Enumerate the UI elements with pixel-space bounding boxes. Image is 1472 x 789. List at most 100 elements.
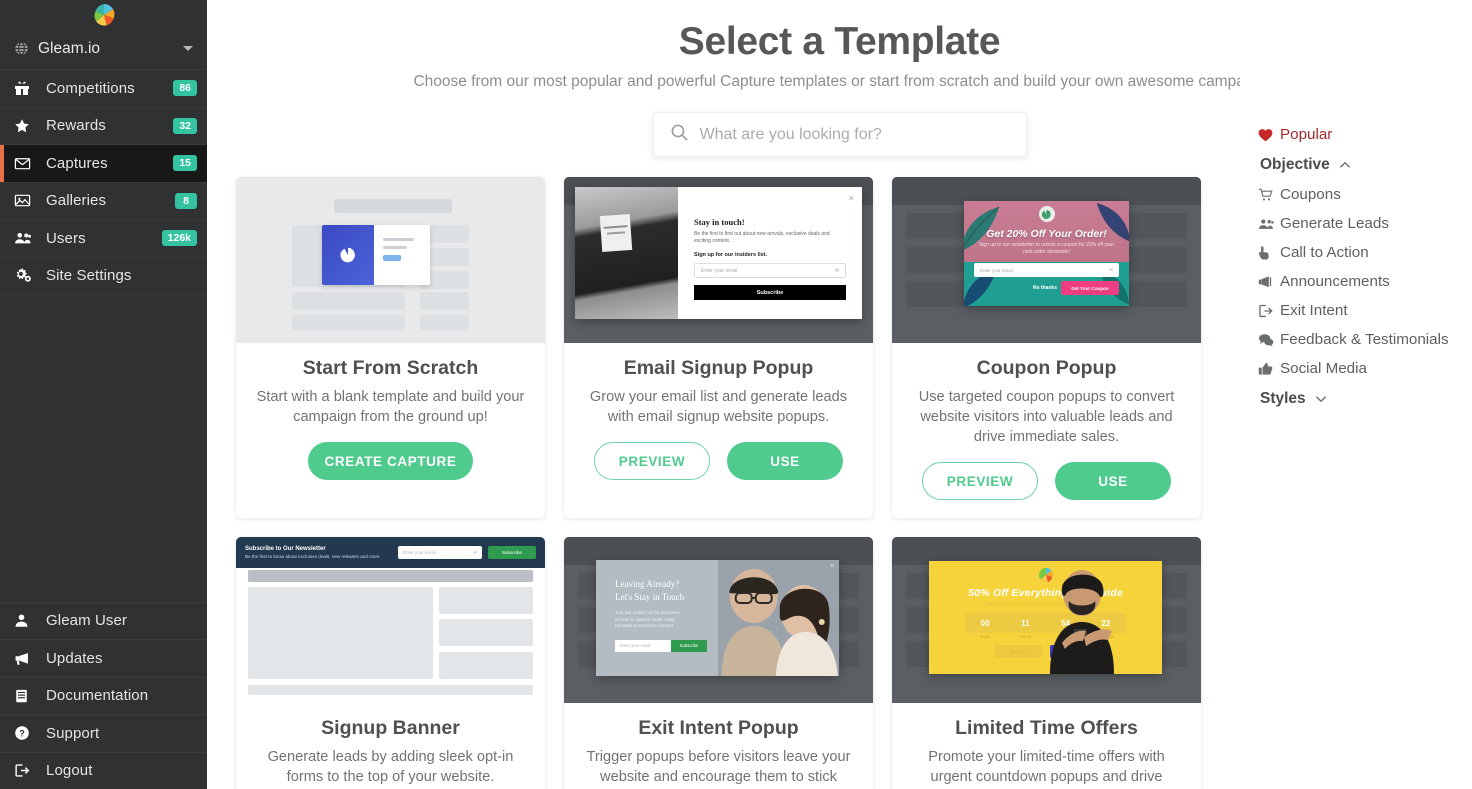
heart-icon <box>1258 128 1280 142</box>
filter-item-feedback-testimonials[interactable]: Feedback & Testimonials <box>1258 325 1472 354</box>
filter-item-generate-leads[interactable]: Generate Leads <box>1258 209 1472 238</box>
brand-badge-icon <box>1038 206 1055 222</box>
sidebar-item-site-settings[interactable]: Site Settings <box>0 258 207 295</box>
megaphone-icon <box>14 651 36 666</box>
template-actions: PREVIEW USE <box>908 462 1185 500</box>
filter-label: Announcements <box>1280 273 1390 290</box>
user-icon <box>14 613 36 628</box>
template-body: Start From Scratch Start with a blank te… <box>236 343 545 498</box>
filter-popular[interactable]: Popular <box>1258 120 1472 149</box>
template-card-limited-time-offers[interactable]: 50% Off Everything Storewide Don't Miss … <box>892 537 1201 789</box>
sidebar-item-captures[interactable]: Captures 15 <box>0 145 207 183</box>
image-icon <box>14 192 36 209</box>
limited-time-preview: 50% Off Everything Storewide Don't Miss … <box>929 561 1162 674</box>
preview-heading-line1: Leaving Already? <box>615 579 680 589</box>
filter-group-label: Styles <box>1260 389 1306 407</box>
preview-image: × <box>717 560 839 676</box>
sidebar-item-galleries[interactable]: Galleries 8 <box>0 183 207 220</box>
filter-group-objective[interactable]: Objective <box>1258 149 1472 180</box>
preview-subscribe-button: Subscribe <box>488 546 536 559</box>
template-thumbnail: Get 20% Off Your Order! Sign up to our n… <box>892 177 1201 343</box>
chevron-up-icon <box>1339 161 1351 169</box>
close-icon[interactable]: × <box>849 193 854 203</box>
sidebar-item-label: Updates <box>46 649 103 667</box>
account-name: Gleam.io <box>38 39 101 57</box>
search-input[interactable] <box>699 125 1010 144</box>
filter-item-announcements[interactable]: Announcements <box>1258 267 1472 296</box>
preview-heading: Get 20% Off Your Order! <box>986 228 1107 240</box>
sidebar-item-competitions[interactable]: Competitions 86 <box>0 70 207 108</box>
filter-item-coupons[interactable]: Coupons <box>1258 180 1472 209</box>
template-body: Coupon Popup Use targeted coupon popups … <box>892 343 1201 518</box>
sidebar-item-label: Captures <box>46 154 108 172</box>
template-card-email-signup-popup[interactable]: × Stay in touch! Be the first to find ou… <box>564 177 873 518</box>
thumbs-up-icon <box>1258 362 1280 376</box>
close-icon[interactable]: × <box>830 563 834 570</box>
use-button[interactable]: USE <box>1055 462 1171 500</box>
preview-heading-line2: Let's Stay in Touch <box>615 592 685 602</box>
preview-input-placeholder: Enter your email <box>620 643 651 648</box>
sidebar-item-label: Rewards <box>46 117 106 135</box>
sidebar-item-updates[interactable]: Updates <box>0 639 207 677</box>
template-card-coupon-popup[interactable]: Get 20% Off Your Order! Sign up to our n… <box>892 177 1201 518</box>
template-actions: CREATE CAPTURE <box>252 442 529 480</box>
filter-sidebar: Popular Objective Coupons Generate Leads… <box>1240 0 1472 789</box>
svg-text:?: ? <box>19 729 25 739</box>
use-button[interactable]: USE <box>727 442 843 480</box>
template-title: Signup Banner <box>321 717 460 739</box>
cart-icon <box>1258 188 1280 202</box>
coupon-preview: Get 20% Off Your Order! Sign up to our n… <box>964 201 1129 306</box>
exit-icon <box>1258 304 1280 318</box>
template-title: Limited Time Offers <box>955 717 1138 739</box>
sidebar-item-label: Galleries <box>46 192 107 210</box>
envelope-icon <box>14 155 36 172</box>
template-title: Start From Scratch <box>302 357 479 379</box>
preview-input-placeholder: Enter your email <box>403 550 436 555</box>
filter-item-social-media[interactable]: Social Media <box>1258 354 1472 383</box>
leaf-icon <box>1096 203 1129 242</box>
preview-button[interactable]: PREVIEW <box>922 462 1038 500</box>
create-capture-button[interactable]: CREATE CAPTURE <box>308 442 473 480</box>
template-description: Promote your limited-time offers with ur… <box>928 749 1165 785</box>
sidebar-badge: 32 <box>173 117 197 134</box>
sidebar-item-documentation[interactable]: Documentation <box>0 676 207 715</box>
template-description: Use targeted coupon popups to convert we… <box>918 389 1175 445</box>
sidebar-item-label: Competitions <box>46 79 135 97</box>
sidebar-item-rewards[interactable]: Rewards 32 <box>0 108 207 145</box>
template-thumbnail: × Stay in touch! Be the first to find ou… <box>564 177 873 343</box>
mini-capture-preview <box>322 225 430 285</box>
sidebar-item-gleam-user[interactable]: Gleam User <box>0 601 207 640</box>
template-description: Trigger popups before visitors leave you… <box>586 749 851 785</box>
filter-item-call-to-action[interactable]: Call to Action <box>1258 238 1472 267</box>
sidebar-badge: 86 <box>173 80 197 97</box>
filter-group-styles[interactable]: Styles <box>1258 383 1472 414</box>
primary-nav: Competitions 86 Rewards 32 Captures 15 G… <box>0 70 207 295</box>
template-description: Start with a blank template and build yo… <box>256 389 525 425</box>
left-sidebar: Gleam.io Competitions 86 Rewards 32 Capt… <box>0 0 207 789</box>
preview-button[interactable]: PREVIEW <box>594 442 710 480</box>
template-card-signup-banner[interactable]: Subscribe to Our Newsletter Be the first… <box>236 537 545 789</box>
sidebar-badge: 126k <box>161 230 197 247</box>
filter-item-exit-intent[interactable]: Exit Intent <box>1258 296 1472 325</box>
preview-email-input: Enter your email <box>615 639 671 652</box>
sidebar-badge: 15 <box>173 155 197 172</box>
brand-logo[interactable] <box>0 0 207 28</box>
filter-label: Feedback & Testimonials <box>1280 331 1449 348</box>
preview-input-placeholder: Enter your email <box>980 267 1013 273</box>
preview-body: Join our insider list for exclusive acce… <box>615 610 680 628</box>
account-switcher[interactable]: Gleam.io <box>0 28 207 70</box>
chevron-down-icon[interactable] <box>183 46 193 51</box>
template-card-exit-intent-popup[interactable]: Leaving Already? Let's Stay in Touch Joi… <box>564 537 873 789</box>
app-root: Gleam.io Competitions 86 Rewards 32 Capt… <box>0 0 1472 789</box>
sidebar-item-logout[interactable]: Logout <box>0 751 207 789</box>
sidebar-item-users[interactable]: Users 126k <box>0 220 207 258</box>
preview-decline-button: Dismiss <box>993 645 1042 658</box>
template-card-start-from-scratch[interactable]: Start From Scratch Start with a blank te… <box>236 177 545 518</box>
search-box[interactable] <box>652 112 1027 157</box>
gleam-mark-icon <box>340 247 355 263</box>
template-thumbnail: 50% Off Everything Storewide Don't Miss … <box>892 537 1201 703</box>
sidebar-item-support[interactable]: ? Support <box>0 714 207 752</box>
preview-heading: Subscribe to Our Newsletter <box>245 546 326 552</box>
template-description: Generate leads by adding sleek opt-in fo… <box>267 749 514 785</box>
template-thumbnail: Subscribe to Our Newsletter Be the first… <box>236 537 545 703</box>
